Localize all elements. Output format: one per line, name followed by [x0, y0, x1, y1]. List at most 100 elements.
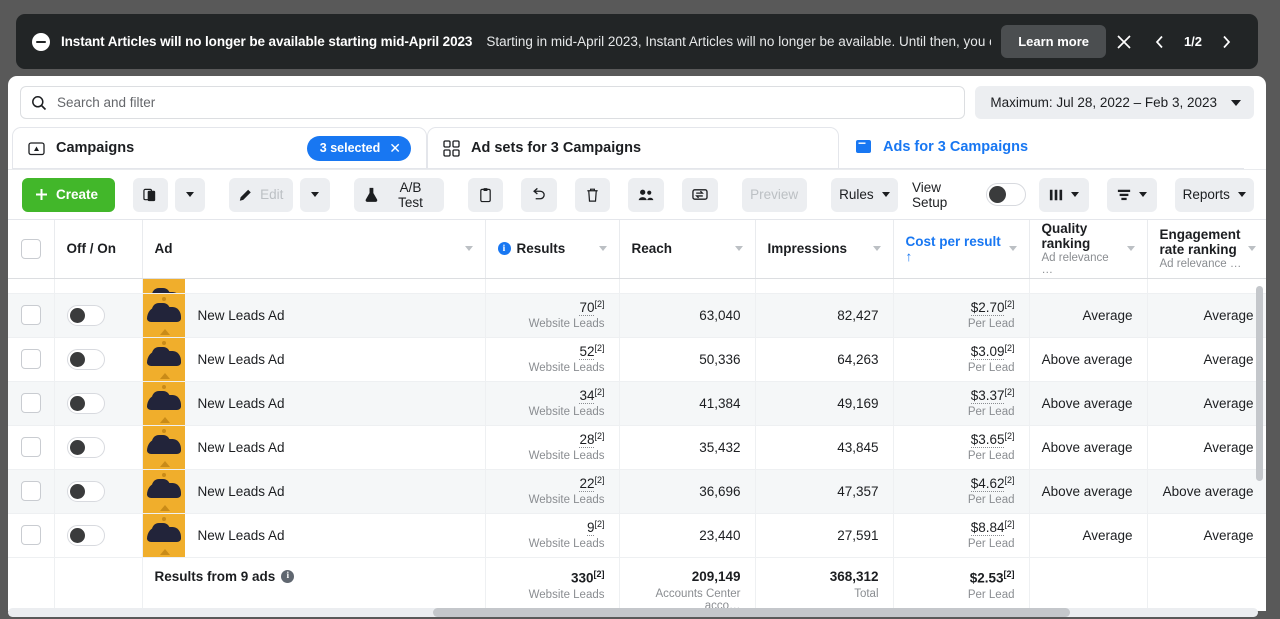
chevron-down-icon[interactable]	[1247, 246, 1256, 252]
tab-campaigns[interactable]: Campaigns 3 selected ✕	[12, 127, 427, 169]
chevron-right-icon[interactable]	[1208, 24, 1244, 60]
select-all-checkbox[interactable]	[20, 238, 41, 259]
edit-button[interactable]: Edit	[229, 177, 294, 212]
chevron-down-icon	[311, 192, 320, 197]
header-cost-per-result[interactable]: Cost per result ↑	[893, 220, 1030, 279]
table-row[interactable]: New Leads Ad 28[2] Website Leads 35,432 …	[8, 425, 1266, 470]
chevron-left-icon[interactable]	[1142, 24, 1178, 60]
row-ad-cell: New Leads Ad	[142, 469, 486, 514]
row-status-cell[interactable]	[54, 469, 143, 514]
vertical-scrollbar[interactable]	[1256, 286, 1263, 481]
close-icon[interactable]: ✕	[389, 141, 401, 155]
breakdown-button[interactable]	[1106, 177, 1157, 212]
reports-button[interactable]: Reports	[1174, 177, 1254, 212]
header-reach[interactable]: Reach	[619, 220, 756, 279]
horizontal-scrollbar-track[interactable]	[8, 608, 1258, 617]
table-row[interactable]: New Leads Ad 70[2] Website Leads 63,040 …	[8, 293, 1266, 338]
ad-status-toggle[interactable]	[66, 436, 105, 458]
row-checkbox[interactable]	[20, 481, 41, 501]
impressions-value: 82,427	[837, 307, 879, 323]
clipboard-button[interactable]	[467, 177, 503, 212]
view-setup-toggle[interactable]	[986, 183, 1026, 206]
duplicate-dropdown-button[interactable]	[175, 177, 206, 212]
chevron-down-icon[interactable]	[734, 246, 743, 252]
row-checkbox[interactable]	[20, 437, 41, 457]
row-checkbox[interactable]	[20, 525, 41, 545]
row-select-cell[interactable]	[8, 293, 55, 338]
learn-more-button[interactable]: Learn more	[1001, 25, 1106, 58]
delete-button[interactable]	[574, 177, 610, 212]
tab-ad-sets[interactable]: Ad sets for 3 Campaigns	[427, 127, 839, 169]
row-status-cell[interactable]	[54, 425, 143, 470]
row-cost-cell: $3.09[2] Per Lead	[893, 337, 1030, 382]
table-row[interactable]: New Leads Ad 52[2] Website Leads 50,336 …	[8, 337, 1266, 382]
ads-icon	[856, 140, 871, 153]
undo-button[interactable]	[520, 177, 557, 212]
chevron-down-icon[interactable]	[1126, 246, 1135, 252]
selected-badge[interactable]: 3 selected ✕	[306, 135, 411, 161]
ad-status-toggle[interactable]	[66, 392, 105, 414]
chevron-down-icon[interactable]	[598, 246, 607, 252]
refresh-button[interactable]	[681, 177, 718, 212]
row-status-cell[interactable]	[54, 293, 143, 338]
ad-status-toggle[interactable]	[66, 304, 105, 326]
header-select-all[interactable]	[8, 220, 55, 279]
row-status-cell[interactable]	[54, 337, 143, 382]
chevron-down-icon[interactable]	[872, 246, 881, 252]
date-range-selector[interactable]: Maximum: Jul 28, 2022 – Feb 3, 2023	[975, 86, 1254, 119]
row-select-cell[interactable]	[8, 513, 55, 558]
duplicate-button[interactable]	[133, 177, 169, 212]
ad-thumbnail	[142, 513, 185, 557]
table-body: New Leads Ad 70[2] Website Leads 63,040 …	[8, 278, 1266, 610]
header-quality-ranking[interactable]: Quality ranking Ad relevance …	[1029, 220, 1148, 279]
edit-dropdown-button[interactable]	[300, 177, 331, 212]
search-filter-box[interactable]	[20, 86, 966, 119]
ad-status-toggle[interactable]	[66, 348, 105, 370]
row-engagement-cell: Average	[1147, 381, 1266, 426]
ad-name: New Leads Ad	[197, 527, 285, 543]
results-footnote: [2]	[594, 518, 605, 529]
cost-value: $4.62	[970, 476, 1005, 493]
audience-button[interactable]	[627, 177, 664, 212]
chevron-down-icon[interactable]	[1008, 246, 1017, 252]
preview-button[interactable]: Preview	[741, 177, 807, 212]
row-checkbox[interactable]	[20, 393, 41, 413]
reports-button-label: Reports	[1182, 187, 1230, 202]
row-quality-cell: Above average	[1029, 381, 1148, 426]
ad-status-toggle[interactable]	[66, 524, 105, 546]
selected-badge-label: 3 selected	[319, 141, 381, 155]
row-select-cell[interactable]	[8, 425, 55, 470]
row-status-cell[interactable]	[54, 381, 143, 426]
horizontal-scrollbar-thumb[interactable]	[433, 608, 1070, 617]
columns-button[interactable]	[1038, 177, 1089, 212]
ad-status-toggle[interactable]	[66, 480, 105, 502]
row-checkbox[interactable]	[20, 305, 41, 325]
info-icon[interactable]: i	[281, 569, 295, 583]
table-row[interactable]: New Leads Ad 22[2] Website Leads 36,696 …	[8, 469, 1266, 514]
results-unit: Website Leads	[528, 362, 605, 375]
results-footnote: [2]	[594, 430, 605, 441]
header-impressions[interactable]: Impressions	[755, 220, 894, 279]
app-page: Instant Articles will no longer be avail…	[0, 0, 1280, 619]
create-button[interactable]: Create	[22, 177, 116, 212]
row-impressions-cell: 27,591	[755, 513, 894, 558]
row-checkbox[interactable]	[20, 349, 41, 369]
row-status-cell[interactable]	[54, 513, 143, 558]
header-engagement-rate-ranking[interactable]: Engagement rate ranking Ad relevance …	[1147, 220, 1266, 279]
search-icon	[32, 95, 47, 110]
tab-ads[interactable]: Ads for 3 Campaigns	[839, 124, 1244, 169]
search-input[interactable]	[57, 95, 955, 110]
ab-test-button[interactable]: A/B Test	[354, 177, 444, 212]
row-select-cell[interactable]	[8, 381, 55, 426]
ads-table: Off / On Ad i Results Reach Impressions …	[8, 220, 1266, 610]
row-select-cell[interactable]	[8, 469, 55, 514]
row-select-cell[interactable]	[8, 337, 55, 382]
rules-button[interactable]: Rules	[830, 177, 899, 212]
table-row[interactable]: New Leads Ad 9[2] Website Leads 23,440 2…	[8, 513, 1266, 558]
header-results[interactable]: i Results	[485, 220, 620, 279]
header-ad[interactable]: Ad	[142, 220, 486, 279]
chevron-down-icon[interactable]	[464, 246, 473, 252]
create-button-label: Create	[56, 187, 99, 202]
close-icon[interactable]	[1106, 24, 1142, 60]
table-row[interactable]: New Leads Ad 34[2] Website Leads 41,384 …	[8, 381, 1266, 426]
